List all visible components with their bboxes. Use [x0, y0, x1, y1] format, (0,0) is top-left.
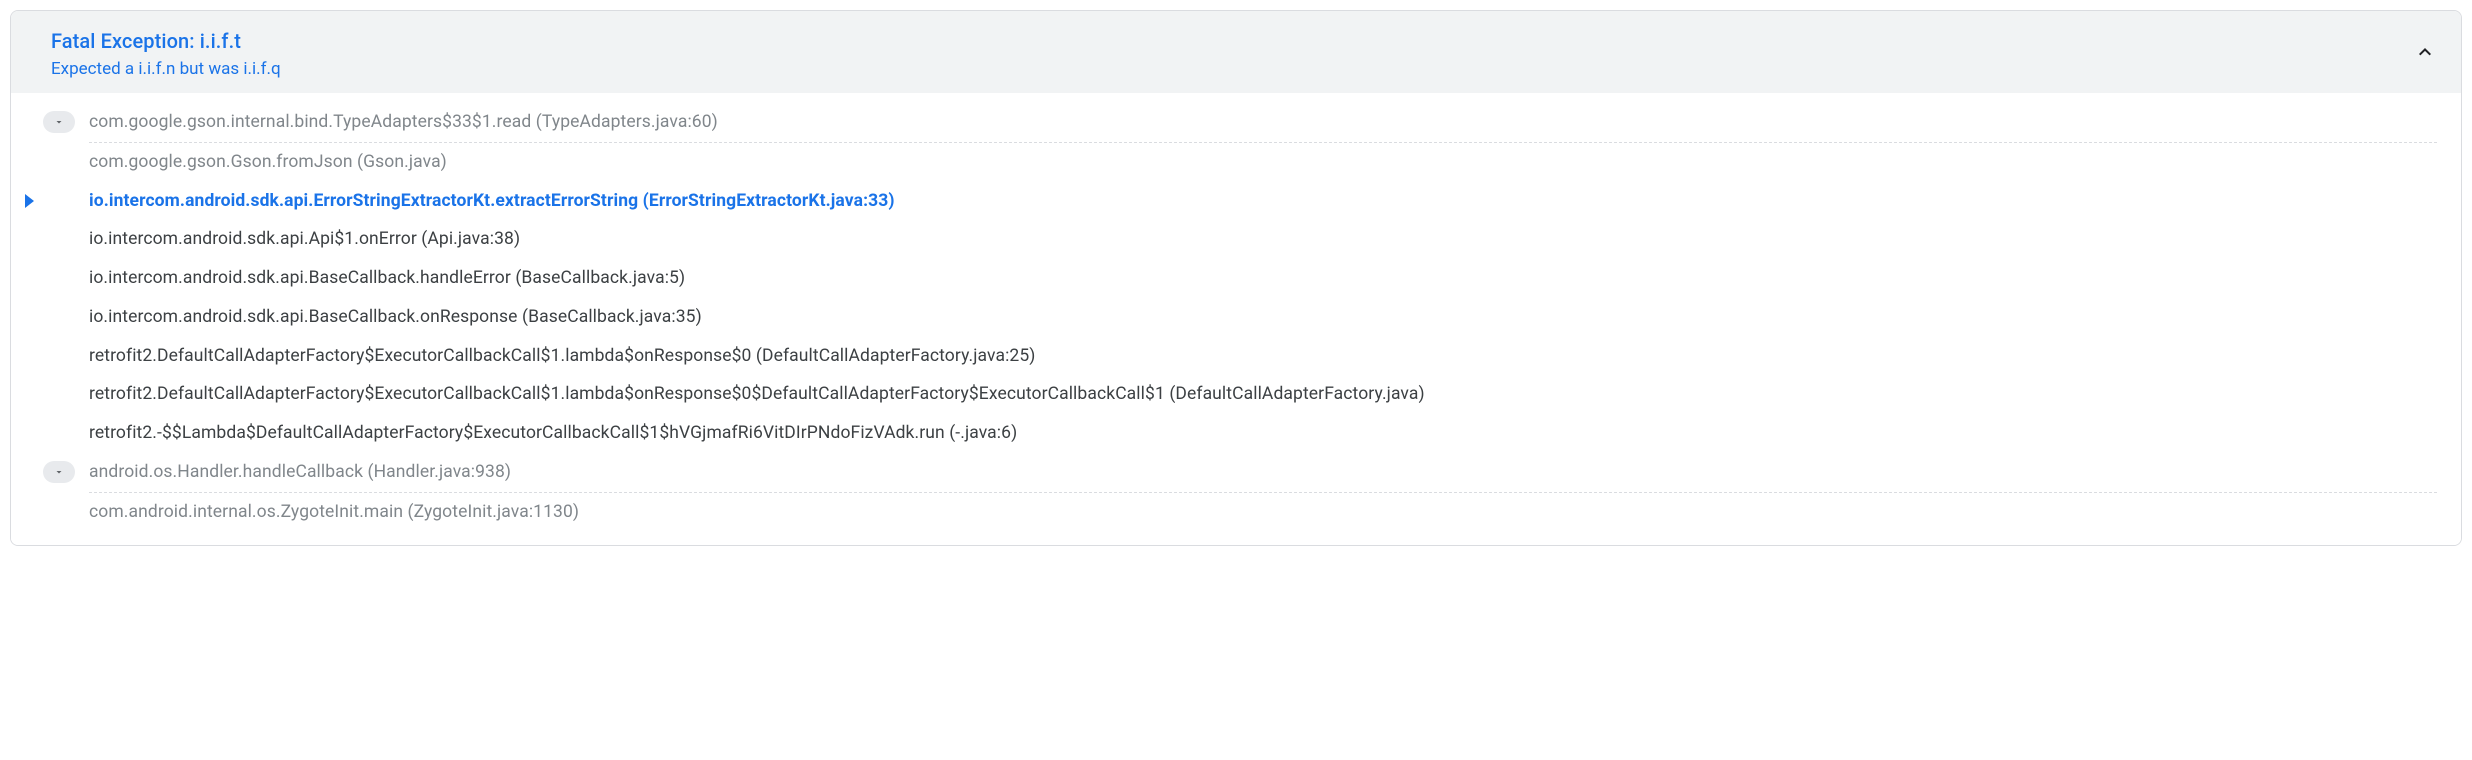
stack-frame[interactable]: android.os.Handler.handleCallback (Handl… — [11, 453, 2461, 492]
current-frame-pointer-icon — [25, 194, 34, 208]
stack-frame-text: com.google.gson.internal.bind.TypeAdapte… — [89, 111, 718, 134]
expand-frames-button[interactable] — [43, 461, 75, 483]
stack-frame[interactable]: retrofit2.DefaultCallAdapterFactory$Exec… — [11, 375, 2461, 414]
stack-frame-text: com.google.gson.Gson.fromJson (Gson.java… — [89, 151, 447, 174]
stack-frame-text: retrofit2.DefaultCallAdapterFactory$Exec… — [89, 383, 1425, 406]
stack-frame-text: io.intercom.android.sdk.api.Api$1.onErro… — [89, 228, 520, 251]
stack-frame-text: io.intercom.android.sdk.api.BaseCallback… — [89, 267, 685, 290]
stack-frame[interactable]: io.intercom.android.sdk.api.Api$1.onErro… — [11, 220, 2461, 259]
stack-frame-text: android.os.Handler.handleCallback (Handl… — [89, 461, 511, 484]
stack-frame[interactable]: retrofit2.-$$Lambda$DefaultCallAdapterFa… — [11, 414, 2461, 453]
stack-frame[interactable]: io.intercom.android.sdk.api.BaseCallback… — [11, 259, 2461, 298]
stack-frame[interactable]: com.google.gson.Gson.fromJson (Gson.java… — [11, 143, 2461, 182]
exception-header-text: Fatal Exception: i.i.f.t Expected a i.i.… — [51, 29, 281, 79]
chevron-up-icon[interactable] — [2413, 40, 2437, 68]
stack-frame-text: retrofit2.DefaultCallAdapterFactory$Exec… — [89, 345, 1036, 368]
chevron-down-icon — [53, 116, 65, 128]
stack-trace-panel: Fatal Exception: i.i.f.t Expected a i.i.… — [10, 10, 2462, 546]
stack-frame[interactable]: retrofit2.DefaultCallAdapterFactory$Exec… — [11, 337, 2461, 376]
exception-header[interactable]: Fatal Exception: i.i.f.t Expected a i.i.… — [11, 11, 2461, 93]
chevron-down-icon — [53, 466, 65, 478]
stack-trace-body: com.google.gson.internal.bind.TypeAdapte… — [11, 93, 2461, 545]
stack-frame[interactable]: io.intercom.android.sdk.api.ErrorStringE… — [11, 182, 2461, 221]
exception-title: Fatal Exception: i.i.f.t — [51, 29, 281, 53]
stack-frame-text: com.android.internal.os.ZygoteInit.main … — [89, 501, 579, 524]
stack-frame[interactable]: com.google.gson.internal.bind.TypeAdapte… — [11, 103, 2461, 142]
stack-frame[interactable]: com.android.internal.os.ZygoteInit.main … — [11, 493, 2461, 532]
stack-frame-text: io.intercom.android.sdk.api.BaseCallback… — [89, 306, 702, 329]
exception-message: Expected a i.i.f.n but was i.i.f.q — [51, 59, 281, 79]
expand-frames-button[interactable] — [43, 111, 75, 133]
stack-frame[interactable]: io.intercom.android.sdk.api.BaseCallback… — [11, 298, 2461, 337]
stack-frame-text: io.intercom.android.sdk.api.ErrorStringE… — [89, 190, 895, 213]
stack-frame-text: retrofit2.-$$Lambda$DefaultCallAdapterFa… — [89, 422, 1017, 445]
